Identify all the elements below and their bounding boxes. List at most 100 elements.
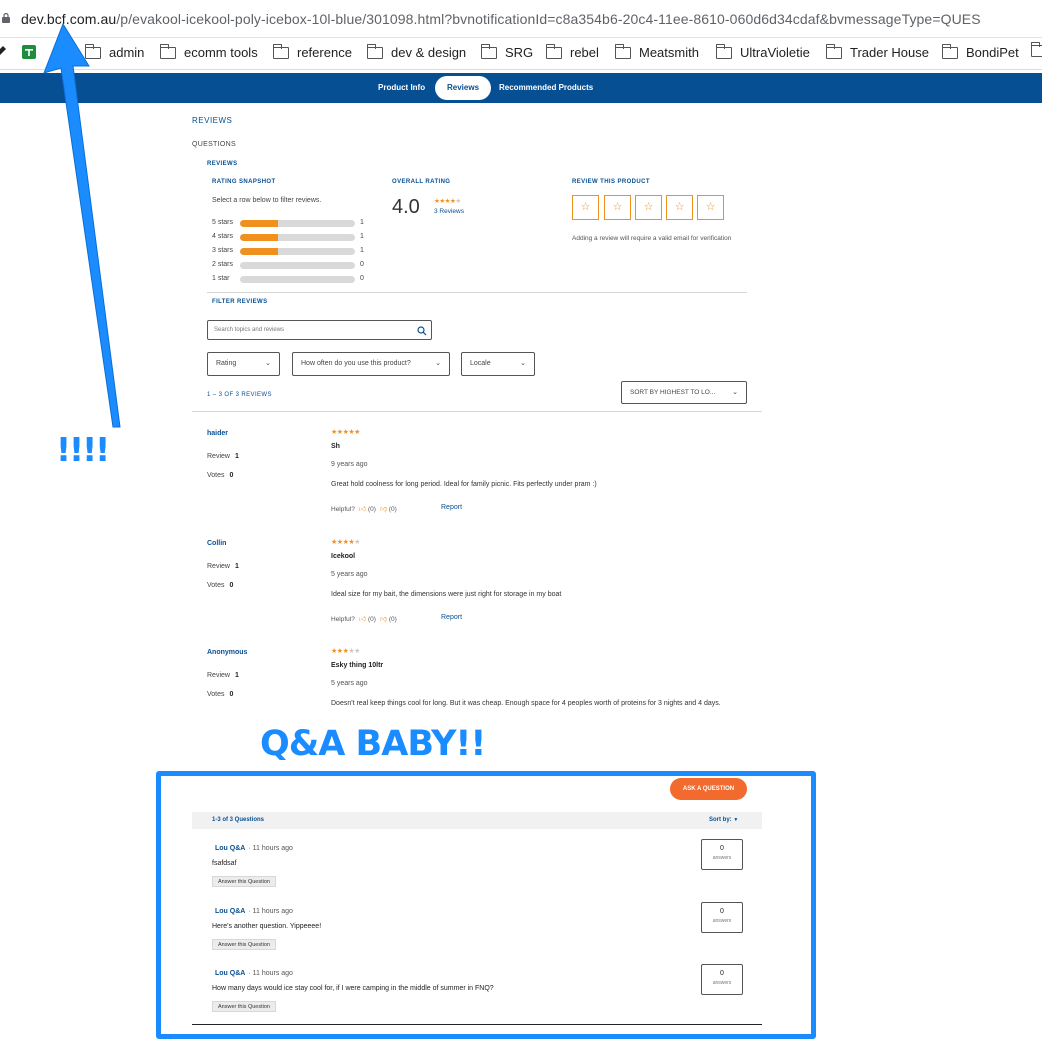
- bookmark-ecomm-tools[interactable]: ecomm tools: [159, 43, 258, 60]
- overall-rating-title: OVERALL RATING: [392, 179, 451, 185]
- reviewer-votes: Votes 0: [207, 691, 233, 698]
- star-rating-3-button[interactable]: ☆: [635, 195, 662, 220]
- rating-snapshot-hint: Select a row below to filter reviews.: [212, 197, 322, 204]
- rating-bar[interactable]: [240, 276, 355, 283]
- rating-bar-fill: [240, 220, 278, 227]
- thumbs-down-icon[interactable]: 👎︎: [380, 616, 387, 623]
- chevron-down-icon: ⌄: [435, 360, 441, 367]
- sheets-icon[interactable]: [21, 44, 37, 60]
- rating-snapshot-title: RATING SNAPSHOT: [212, 179, 276, 185]
- folder-icon: [941, 43, 958, 59]
- search-reviews-input[interactable]: Search topics and reviews: [207, 320, 432, 340]
- overall-rating-stars: ★★★★★: [434, 197, 461, 205]
- rating-row-label[interactable]: 4 stars: [212, 233, 233, 240]
- reviewer-name[interactable]: Anonymous: [207, 649, 247, 656]
- url-text[interactable]: dev.bcf.com.au/p/evakool-icekool-poly-ic…: [21, 11, 981, 27]
- rating-row-label[interactable]: 1 star: [212, 275, 230, 282]
- rating-filter-select[interactable]: Rating ⌄: [207, 352, 280, 376]
- tab-product-info[interactable]: Product Info: [366, 76, 437, 100]
- review-stars: ★★★★★: [331, 538, 360, 546]
- bookmark-srg[interactable]: SRG: [480, 43, 533, 60]
- rating-row-label[interactable]: 5 stars: [212, 219, 233, 226]
- star-filled-icon: ★: [354, 429, 360, 436]
- votes-value: 0: [229, 582, 234, 589]
- helpful-yes-count: (0): [368, 616, 376, 623]
- address-bar[interactable]: dev.bcf.com.au/p/evakool-icekool-poly-ic…: [0, 0, 1042, 38]
- review-title: Sh: [331, 443, 340, 450]
- bookmark-icon[interactable]: [0, 44, 7, 60]
- overall-rating-value: 4.0: [392, 196, 420, 218]
- star-rating-2-button[interactable]: ☆: [604, 195, 631, 220]
- chevron-down-icon: ⌄: [520, 360, 526, 367]
- review-stars: ★★★★★: [331, 428, 360, 436]
- tab-recommended-products[interactable]: Recommended Products: [487, 76, 605, 100]
- bookmark-rebel[interactable]: rebel: [545, 43, 599, 60]
- folder-icon: [272, 43, 289, 59]
- sort-select[interactable]: SORT BY HIGHEST TO LO... ⌄: [621, 381, 747, 404]
- bookmark-trader-house[interactable]: Trader House: [825, 43, 929, 60]
- qa-annotation: Q&A BABY!!: [260, 724, 486, 764]
- bookmark-icon[interactable]: [52, 44, 70, 60]
- rating-row-label[interactable]: 3 stars: [212, 247, 233, 254]
- annotation-frame: [156, 771, 816, 1039]
- report-link[interactable]: Report: [441, 504, 462, 511]
- bookmark-bondipet[interactable]: BondiPet: [941, 43, 1019, 60]
- chevron-down-icon: ⌄: [732, 389, 738, 396]
- rating-row-count: 0: [360, 261, 364, 268]
- rating-row-count: 1: [360, 219, 364, 226]
- review-count-value: 1: [234, 672, 239, 679]
- thumbs-up-icon[interactable]: 👍︎: [359, 506, 366, 513]
- star-empty-icon: ★: [455, 198, 461, 205]
- helpful-label: Helpful?: [331, 616, 355, 623]
- folder-icon: [84, 43, 101, 59]
- bookmark-ultravioletie[interactable]: UltraVioletie: [715, 43, 810, 60]
- folder-icon: [715, 43, 732, 59]
- rating-bar[interactable]: [240, 234, 355, 241]
- votes-label: Votes: [207, 582, 225, 589]
- reviewer-name[interactable]: haider: [207, 430, 228, 437]
- reviews-heading[interactable]: REVIEWS: [192, 116, 232, 125]
- bookmark-reference[interactable]: reference: [272, 43, 352, 60]
- questions-link[interactable]: QUESTIONS: [192, 141, 236, 148]
- star-empty-icon: ★: [354, 648, 360, 655]
- rating-bar[interactable]: [240, 262, 355, 269]
- search-placeholder: Search topics and reviews: [214, 327, 285, 333]
- review-body: Great hold coolness for long period. Ide…: [331, 481, 597, 488]
- star-rating-4-button[interactable]: ☆: [666, 195, 693, 220]
- report-link[interactable]: Report: [441, 614, 462, 621]
- star-outline-icon: ☆: [580, 201, 591, 213]
- rating-row-count: 1: [360, 233, 364, 240]
- review-email-note: Adding a review will require a valid ema…: [572, 235, 732, 242]
- thumbs-down-icon[interactable]: 👎︎: [380, 506, 387, 513]
- reviews-count-link[interactable]: 3 Reviews: [434, 208, 464, 215]
- reviewer-name[interactable]: Collin: [207, 540, 226, 547]
- bookmark-dev-design[interactable]: dev & design: [366, 43, 466, 60]
- star-rating-1-button[interactable]: ☆: [572, 195, 599, 220]
- star-outline-icon: ☆: [674, 201, 685, 213]
- chevron-down-icon: ⌄: [265, 360, 271, 367]
- helpful-yes-count: (0): [368, 506, 376, 513]
- helpful-no-count: (0): [388, 506, 397, 513]
- tab-reviews[interactable]: Reviews: [435, 76, 492, 100]
- locale-filter-select[interactable]: Locale ⌄: [461, 352, 535, 376]
- divider: [207, 292, 747, 293]
- reviews-subheading: REVIEWS: [207, 161, 238, 167]
- star-rating-5-button[interactable]: ☆: [697, 195, 724, 220]
- rating-row-label[interactable]: 2 stars: [212, 261, 233, 268]
- rating-filter-label: Rating: [216, 360, 237, 367]
- reviewer-review-count: Review 1: [207, 453, 239, 460]
- thumbs-up-icon[interactable]: 👍︎: [359, 616, 366, 623]
- review-count-label: Review: [207, 563, 230, 570]
- search-icon[interactable]: [417, 326, 427, 336]
- bookmark-meatsmith[interactable]: Meatsmith: [614, 43, 699, 60]
- reviewer-review-count: Review 1: [207, 563, 239, 570]
- rating-bar[interactable]: [240, 220, 355, 227]
- rating-bar[interactable]: [240, 248, 355, 255]
- bookmark-admin[interactable]: admin: [84, 43, 144, 60]
- review-count-value: 1: [234, 563, 239, 570]
- usage-filter-select[interactable]: How often do you use this product? ⌄: [292, 352, 450, 376]
- review-date: 5 years ago: [331, 571, 368, 578]
- bookmark-overflow[interactable]: [1030, 42, 1042, 57]
- product-tab-bar: Product Info Reviews Recommended Product…: [0, 73, 1042, 103]
- reviewer-review-count: Review 1: [207, 672, 239, 679]
